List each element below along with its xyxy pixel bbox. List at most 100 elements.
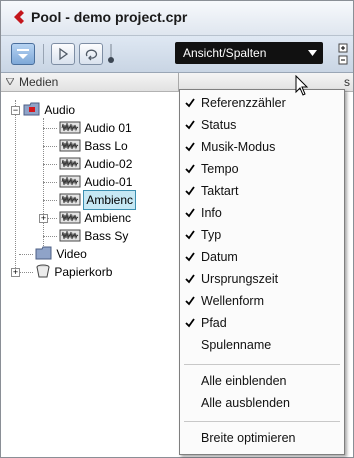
checkmark-icon: [185, 230, 195, 240]
audio-file-icon: [59, 211, 81, 224]
tree-line: [43, 146, 57, 147]
audio-file-icon: [59, 121, 81, 134]
menu-item-label: Datum: [201, 250, 238, 264]
menu-item-hide-all[interactable]: Alle ausblenden: [180, 392, 344, 414]
pool-window: Pool - demo project.cpr Ansicht/Spalten …: [0, 0, 354, 458]
menu-item-label: Info: [201, 206, 222, 220]
tree-item-label: Audio-02: [84, 157, 133, 171]
tree-item-trash[interactable]: Papierkorb: [35, 263, 112, 281]
tree-item-label: Papierkorb: [54, 265, 113, 279]
tree-item-audio[interactable]: Audio 01: [59, 119, 132, 137]
menu-separator: [184, 364, 340, 365]
menu-item-status[interactable]: Status: [180, 114, 344, 136]
menu-item-ursprungszeit[interactable]: Ursprungszeit: [180, 268, 344, 290]
tree-item-label: Bass Lo: [84, 139, 128, 153]
next-column-label[interactable]: s: [344, 75, 350, 89]
tree-line: [43, 236, 57, 237]
menu-separator: [184, 421, 340, 422]
checkmark-icon: [185, 120, 195, 130]
view-toggle-button[interactable]: [11, 43, 35, 65]
tree-item-label: Ambienc: [84, 211, 132, 225]
checkmark-icon: [185, 208, 195, 218]
sort-arrow-icon[interactable]: [6, 78, 14, 85]
media-column-label[interactable]: Medien: [19, 75, 58, 89]
title-bar: Pool - demo project.cpr: [1, 1, 353, 36]
checkmark-icon: [185, 318, 195, 328]
tree-item-label: Bass Sy: [84, 229, 129, 243]
expand-toggle[interactable]: +: [39, 214, 48, 223]
menu-item-label: Wellenform: [201, 294, 264, 308]
menu-item-label: Alle einblenden: [201, 374, 287, 388]
checkmark-icon: [185, 164, 195, 174]
tree-item-audio[interactable]: Audio-01: [59, 173, 132, 191]
menu-item-optimize-width[interactable]: Breite optimieren: [180, 427, 344, 449]
cubase-logo-icon: [14, 10, 24, 24]
menu-item-label: Alle ausblenden: [201, 396, 290, 410]
tree-item-audio[interactable]: Bass Lo: [59, 137, 128, 155]
menu-item-pfad[interactable]: Pfad: [180, 312, 344, 334]
loop-button[interactable]: [79, 43, 103, 65]
menu-item-label: Referenzzähler: [201, 96, 286, 110]
tree-item-label: Audio: [44, 103, 76, 117]
window-title: Pool - demo project.cpr: [31, 9, 188, 25]
menu-item-spulenname[interactable]: Spulenname: [180, 334, 344, 356]
menu-item-label: Ursprungszeit: [201, 272, 279, 286]
view-columns-menu: Referenzzähler Status Musik-Modus Tempo …: [179, 89, 345, 455]
menu-item-label: Musik-Modus: [201, 140, 276, 154]
tree-line: [19, 272, 33, 273]
menu-item-datum[interactable]: Datum: [180, 246, 344, 268]
menu-item-musik-modus[interactable]: Musik-Modus: [180, 136, 344, 158]
tree-item-audio[interactable]: Ambienc: [59, 209, 131, 227]
tree-line: [43, 128, 57, 129]
menu-item-tempo[interactable]: Tempo: [180, 158, 344, 180]
view-toggle-icon: [17, 49, 29, 59]
menu-item-taktart[interactable]: Taktart: [180, 180, 344, 202]
checkmark-icon: [185, 98, 195, 108]
expand-collapse-icons[interactable]: [337, 42, 351, 66]
volume-slider[interactable]: [106, 42, 116, 66]
tree-item-audio[interactable]: Bass Sy: [59, 227, 128, 245]
tree-line: [43, 164, 57, 165]
audio-file-icon: [59, 157, 81, 170]
checkmark-icon: [185, 252, 195, 262]
tree-item-audio-folder[interactable]: Audio: [23, 101, 75, 119]
menu-item-typ[interactable]: Typ: [180, 224, 344, 246]
tree-item-video-folder[interactable]: Video: [35, 245, 87, 263]
menu-item-show-all[interactable]: Alle einblenden: [180, 370, 344, 392]
audio-file-icon: [59, 193, 81, 206]
tree-item-label: Video: [56, 247, 87, 261]
tree-line: [43, 200, 57, 201]
audio-folder-icon: [23, 102, 40, 116]
tree-line: [43, 182, 57, 183]
play-button[interactable]: [51, 43, 75, 65]
collapse-toggle[interactable]: −: [11, 106, 20, 115]
tree-line: [19, 254, 33, 255]
menu-item-label: Spulenname: [201, 338, 272, 352]
toolbar: Ansicht/Spalten: [1, 36, 353, 73]
checkmark-icon: [185, 296, 195, 306]
chevron-down-icon: [308, 50, 317, 56]
audio-file-icon: [59, 139, 81, 152]
mouse-cursor-icon: [295, 75, 309, 96]
view-columns-dropdown[interactable]: Ansicht/Spalten: [175, 42, 323, 64]
menu-item-wellenform[interactable]: Wellenform: [180, 290, 344, 312]
expand-toggle[interactable]: +: [11, 268, 20, 277]
tree-line: [15, 100, 16, 270]
video-folder-icon: [35, 246, 52, 260]
tree-item-label: Audio-01: [84, 175, 133, 189]
loop-icon: [85, 49, 98, 61]
menu-item-label: Typ: [201, 228, 222, 242]
audio-file-icon: [59, 229, 81, 242]
toolbar-separator: [43, 44, 44, 64]
menu-item-label: Tempo: [201, 162, 239, 176]
checkmark-icon: [185, 186, 195, 196]
menu-item-label: Pfad: [201, 316, 227, 330]
tree-item-audio[interactable]: Audio-02: [59, 155, 132, 173]
menu-item-referenzzaehler[interactable]: Referenzzähler: [180, 92, 344, 114]
tree-item-audio-selected[interactable]: Ambienc: [59, 190, 137, 210]
menu-item-label: Taktart: [201, 184, 239, 198]
menu-item-info[interactable]: Info: [180, 202, 344, 224]
audio-file-icon: [59, 175, 81, 188]
view-columns-label: Ansicht/Spalten: [183, 46, 267, 60]
trash-icon: [36, 264, 50, 278]
